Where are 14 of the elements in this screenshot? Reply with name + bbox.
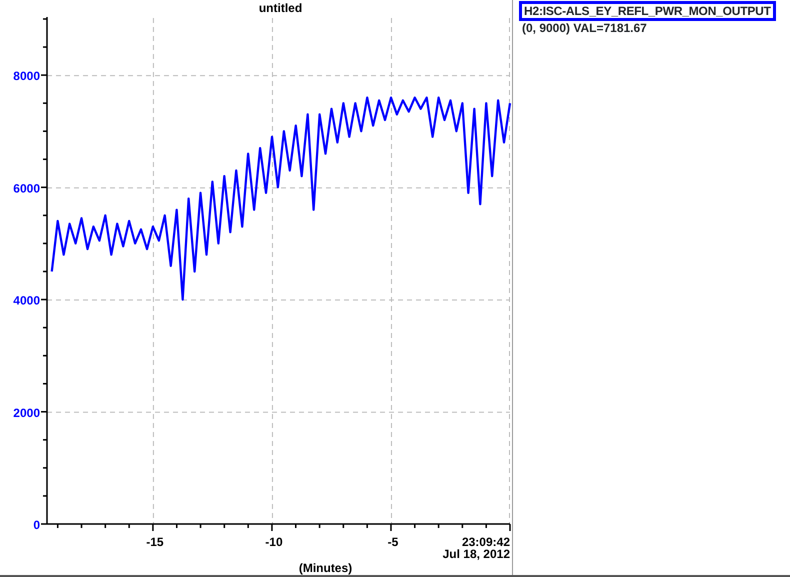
- date-label: Jul 18, 2012: [442, 547, 510, 561]
- y-tick-label: 2000: [13, 406, 40, 420]
- x-tick-label: -10: [265, 535, 283, 549]
- legend-label[interactable]: H2:ISC-ALS_EY_REFL_PWR_MON_OUTPUT: [519, 1, 776, 22]
- legend-reading: (0, 9000) VAL=7181.67: [521, 21, 647, 36]
- y-tick-label: 0: [33, 518, 40, 532]
- end-time-label: 23:09:42: [462, 535, 510, 549]
- axis-title: (Minutes): [298, 561, 352, 575]
- x-tick-label: -5: [388, 535, 398, 549]
- y-tick-label: 4000: [13, 294, 40, 308]
- y-tick-label: 6000: [13, 181, 40, 196]
- y-tick-label: 8000: [13, 69, 40, 84]
- chart-title: untitled: [258, 1, 302, 15]
- x-tick-label: -15: [146, 535, 164, 549]
